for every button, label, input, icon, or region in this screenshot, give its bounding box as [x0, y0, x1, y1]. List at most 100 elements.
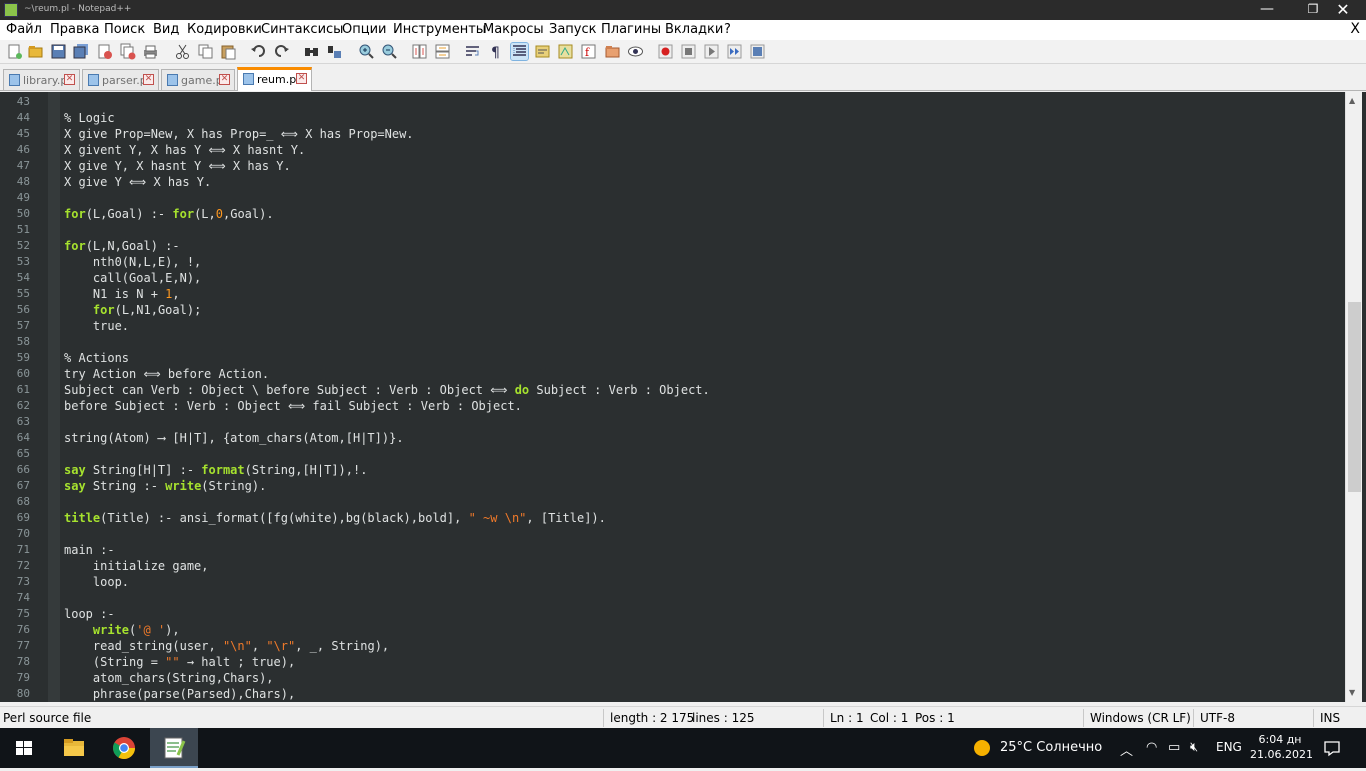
save-all-icon[interactable]: [73, 43, 90, 60]
code-line[interactable]: 54 call(Goal,E,N),: [0, 270, 1345, 286]
tab-library[interactable]: library.pl ✕: [3, 69, 80, 90]
minimize-button[interactable]: —: [1244, 0, 1290, 20]
code-line[interactable]: 56 for(L,N1,Goal);: [0, 302, 1345, 318]
battery-icon[interactable]: ▭: [1168, 740, 1180, 755]
code-line[interactable]: 52 for(L,N,Goal) :-: [0, 238, 1345, 254]
indent-guide-icon[interactable]: [510, 42, 529, 61]
tab-game[interactable]: game.pl ✕: [161, 69, 235, 90]
save-icon[interactable]: [50, 43, 67, 60]
monitoring-icon[interactable]: [627, 43, 644, 60]
run-macro-multiple-icon[interactable]: [726, 43, 743, 60]
code-line[interactable]: 47 X give Y, X hasnt Y ⟺ X has Y.: [0, 158, 1345, 174]
function-list-icon[interactable]: f: [580, 43, 597, 60]
code-line[interactable]: 71 main :-: [0, 542, 1345, 558]
code-line[interactable]: 43: [0, 94, 1345, 110]
code-line[interactable]: 50 for(L,Goal) :- for(L,0,Goal).: [0, 206, 1345, 222]
code-line[interactable]: 73 loop.: [0, 574, 1345, 590]
menu-encoding[interactable]: Кодировки: [187, 22, 262, 37]
menu-language[interactable]: Синтаксисы: [261, 22, 343, 37]
code-line[interactable]: 49: [0, 190, 1345, 206]
menu-search[interactable]: Поиск: [104, 22, 145, 37]
tab-parser[interactable]: parser.pl ✕: [82, 69, 159, 90]
notification-icon[interactable]: [1323, 739, 1341, 757]
copy-icon[interactable]: [197, 43, 214, 60]
code-line[interactable]: 53 nth0(N,L,E), !,: [0, 254, 1345, 270]
close-tab-icon[interactable]: ✕: [64, 74, 75, 85]
code-line[interactable]: 76 write('@ '),: [0, 622, 1345, 638]
code-line[interactable]: 64 string(Atom) ⟶ [H|T], {atom_chars(Atom…: [0, 430, 1345, 446]
chevron-up-icon[interactable]: ︿: [1120, 740, 1133, 759]
code-line[interactable]: 65: [0, 446, 1345, 462]
code-line[interactable]: 78 (String = "" → halt ; true),: [0, 654, 1345, 670]
tab-reum[interactable]: reum.pl ✕: [237, 67, 312, 91]
save-macro-icon[interactable]: [749, 43, 766, 60]
vertical-scrollbar[interactable]: ▲ ▼: [1345, 92, 1362, 702]
record-macro-icon[interactable]: [657, 43, 674, 60]
start-button[interactable]: [0, 728, 48, 768]
sync-horizontal-icon[interactable]: [434, 43, 451, 60]
notepadpp-taskbar-button[interactable]: [150, 728, 198, 768]
menu-edit[interactable]: Правка: [50, 22, 99, 37]
zoom-out-icon[interactable]: [381, 43, 398, 60]
cut-icon[interactable]: [174, 43, 191, 60]
stop-macro-icon[interactable]: [680, 43, 697, 60]
doc-map-icon[interactable]: [557, 43, 574, 60]
code-line[interactable]: 61 Subject can Verb : Object \ before Sub…: [0, 382, 1345, 398]
code-line[interactable]: 69 title(Title) :- ansi_format([fg(white)…: [0, 510, 1345, 526]
find-icon[interactable]: [303, 43, 320, 60]
scroll-up-icon[interactable]: ▲: [1349, 96, 1355, 105]
open-file-icon[interactable]: [27, 43, 44, 60]
menu-tools[interactable]: Инструменты: [393, 22, 486, 37]
code-line[interactable]: 51: [0, 222, 1345, 238]
code-line[interactable]: 45 X give Prop=New, X has Prop=_ ⟺ X has …: [0, 126, 1345, 142]
word-wrap-icon[interactable]: [464, 43, 481, 60]
volume-muted-icon[interactable]: 🔇︎: [1190, 740, 1198, 755]
close-icon[interactable]: [96, 43, 113, 60]
code-lines[interactable]: 43 44 % Logic 45 X give Prop=New, X has Prop…: [0, 94, 1345, 702]
code-line[interactable]: 48 X give Y ⟺ X has Y.: [0, 174, 1345, 190]
chrome-button[interactable]: [100, 728, 148, 768]
code-line[interactable]: 57 true.: [0, 318, 1345, 334]
zoom-in-icon[interactable]: [358, 43, 375, 60]
close-all-icon[interactable]: [119, 43, 136, 60]
code-line[interactable]: 63: [0, 414, 1345, 430]
menu-window[interactable]: Вкладки: [665, 22, 723, 37]
code-editor[interactable]: 43 44 % Logic 45 X give Prop=New, X has Prop…: [0, 92, 1366, 702]
code-line[interactable]: 74: [0, 590, 1345, 606]
code-line[interactable]: 58: [0, 334, 1345, 350]
menu-help[interactable]: ?: [724, 22, 731, 37]
close-tab-icon[interactable]: ✕: [296, 73, 307, 84]
file-explorer-button[interactable]: [50, 728, 98, 768]
code-line[interactable]: 62 before Subject : Verb : Object ⟺ fail …: [0, 398, 1345, 414]
code-line[interactable]: 67 say String :- write(String).: [0, 478, 1345, 494]
undo-icon[interactable]: [250, 43, 267, 60]
menu-file[interactable]: Файл: [6, 22, 42, 37]
system-clock[interactable]: 6:04 дн 21.06.2021: [1250, 732, 1313, 762]
code-line[interactable]: 79 atom_chars(String,Chars),: [0, 670, 1345, 686]
code-line[interactable]: 68: [0, 494, 1345, 510]
menu-run[interactable]: Запуск: [549, 22, 597, 37]
print-icon[interactable]: [142, 43, 159, 60]
show-all-chars-icon[interactable]: ¶: [487, 43, 504, 60]
input-language[interactable]: ENG: [1216, 740, 1242, 754]
wifi-icon[interactable]: ◠: [1146, 740, 1157, 755]
menu-macro[interactable]: Макросы: [483, 22, 544, 37]
udl-icon[interactable]: [534, 43, 551, 60]
replace-icon[interactable]: [326, 43, 343, 60]
status-eol[interactable]: Windows (CR LF): [1090, 711, 1191, 725]
sync-vertical-icon[interactable]: [411, 43, 428, 60]
play-macro-icon[interactable]: [703, 43, 720, 60]
code-line[interactable]: 55 N1 is N + 1,: [0, 286, 1345, 302]
new-file-icon[interactable]: [6, 43, 23, 60]
code-line[interactable]: 72 initialize game,: [0, 558, 1345, 574]
menu-settings[interactable]: Опции: [342, 22, 386, 37]
folder-workspace-icon[interactable]: [604, 43, 621, 60]
status-insert-mode[interactable]: INS: [1320, 711, 1340, 725]
scroll-down-icon[interactable]: ▼: [1349, 688, 1355, 697]
close-document-button[interactable]: X: [1350, 21, 1360, 37]
code-line[interactable]: 46 X givent Y, X has Y ⟺ X hasnt Y.: [0, 142, 1345, 158]
paste-icon[interactable]: [220, 43, 237, 60]
code-line[interactable]: 66 say String[H|T] :- format(String,[H|T]…: [0, 462, 1345, 478]
code-line[interactable]: 75 loop :-: [0, 606, 1345, 622]
code-line[interactable]: 59 % Actions: [0, 350, 1345, 366]
